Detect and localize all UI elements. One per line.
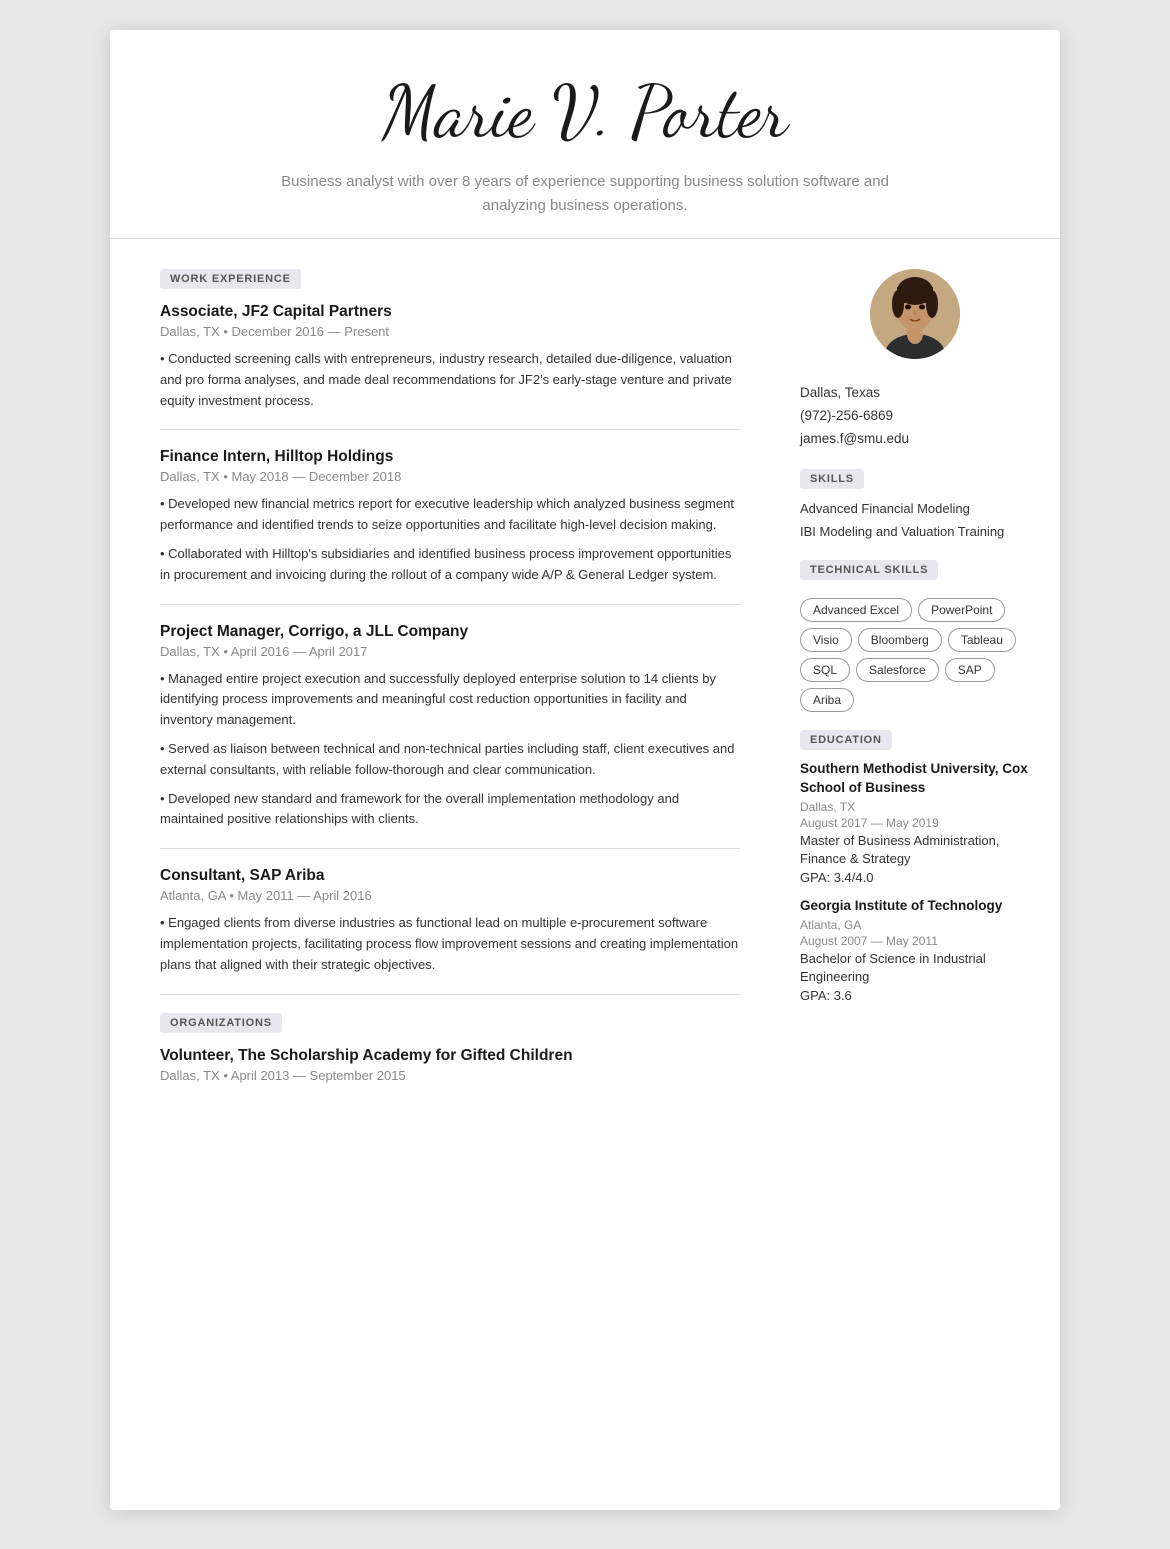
job-title-3: Project Manager, Corrigo, a JLL Company — [160, 623, 740, 641]
tech-tag-4: Tableau — [948, 628, 1016, 652]
left-column: WORK EXPERIENCE Associate, JF2 Capital P… — [110, 269, 780, 1093]
job-block-3: Project Manager, Corrigo, a JLL Company … — [160, 623, 740, 831]
edu-school-0: Southern Methodist University, Cox Schoo… — [800, 760, 1030, 798]
contact-location: Dallas, Texas — [800, 382, 1030, 405]
org-block-1: Volunteer, The Scholarship Academy for G… — [160, 1047, 740, 1083]
tech-tags-container: Advanced Excel PowerPoint Visio Bloomber… — [800, 598, 1030, 712]
job-meta-4: Atlanta, GA • May 2011 — April 2016 — [160, 888, 740, 903]
technical-skills-section: TECHNICAL SKILLS Advanced Excel PowerPoi… — [800, 560, 1030, 712]
edu-degree-0: Master of Business Administration, Finan… — [800, 832, 1030, 868]
work-experience-section: WORK EXPERIENCE Associate, JF2 Capital P… — [160, 269, 740, 976]
edu-degree-1: Bachelor of Science in Industrial Engine… — [800, 950, 1030, 986]
candidate-tagline: Business analyst with over 8 years of ex… — [275, 170, 895, 218]
edu-dates-0: August 2017 — May 2019 — [800, 816, 1030, 830]
divider-3 — [160, 848, 740, 849]
contact-info: Dallas, Texas (972)-256-6869 james.f@smu… — [800, 382, 1030, 451]
job-meta-2: Dallas, TX • May 2018 — December 2018 — [160, 469, 740, 484]
tech-tag-0: Advanced Excel — [800, 598, 912, 622]
job-meta-3: Dallas, TX • April 2016 — April 2017 — [160, 644, 740, 659]
work-experience-badge: WORK EXPERIENCE — [160, 269, 301, 289]
job-title-4: Consultant, SAP Ariba — [160, 867, 740, 885]
avatar — [870, 269, 960, 359]
tech-tag-1: PowerPoint — [918, 598, 1005, 622]
edu-gpa-1: GPA: 3.6 — [800, 988, 1030, 1003]
org-meta-1: Dallas, TX • April 2013 — September 2015 — [160, 1068, 740, 1083]
skills-badge: SKILLS — [800, 469, 864, 489]
job-title-1: Associate, JF2 Capital Partners — [160, 303, 740, 321]
divider-2 — [160, 604, 740, 605]
skill-item-1: IBI Modeling and Valuation Training — [800, 522, 1030, 542]
contact-phone: (972)-256-6869 — [800, 405, 1030, 428]
avatar-container — [800, 269, 1030, 364]
organizations-section: ORGANIZATIONS Volunteer, The Scholarship… — [160, 1013, 740, 1083]
candidate-name: Marie V. Porter — [170, 70, 1000, 156]
technical-skills-badge: TECHNICAL SKILLS — [800, 560, 938, 580]
job-desc-3-2: • Developed new standard and framework f… — [160, 789, 740, 831]
contact-email: james.f@smu.edu — [800, 428, 1030, 451]
tech-tag-8: Ariba — [800, 688, 854, 712]
divider-1 — [160, 429, 740, 430]
org-title-1: Volunteer, The Scholarship Academy for G… — [160, 1047, 740, 1065]
job-desc-3-0: • Managed entire project execution and s… — [160, 669, 740, 731]
resume-container: Marie V. Porter Business analyst with ov… — [110, 30, 1060, 1510]
education-badge: EDUCATION — [800, 730, 892, 750]
education-section: EDUCATION Southern Methodist University,… — [800, 730, 1030, 1003]
edu-dates-1: August 2007 — May 2011 — [800, 934, 1030, 948]
header-section: Marie V. Porter Business analyst with ov… — [110, 30, 1060, 239]
job-block-4: Consultant, SAP Ariba Atlanta, GA • May … — [160, 867, 740, 975]
job-desc-1-0: • Conducted screening calls with entrepr… — [160, 349, 740, 411]
tech-tag-5: SQL — [800, 658, 850, 682]
job-desc-4-0: • Engaged clients from diverse industrie… — [160, 913, 740, 975]
tech-tag-6: Salesforce — [856, 658, 939, 682]
edu-gpa-0: GPA: 3.4/4.0 — [800, 870, 1030, 885]
job-block-1: Associate, JF2 Capital Partners Dallas, … — [160, 303, 740, 411]
organizations-badge: ORGANIZATIONS — [160, 1013, 282, 1033]
job-desc-3-1: • Served as liaison between technical an… — [160, 739, 740, 781]
tech-tag-2: Visio — [800, 628, 852, 652]
skill-item-0: Advanced Financial Modeling — [800, 499, 1030, 519]
divider-4 — [160, 994, 740, 995]
skills-section: SKILLS Advanced Financial Modeling IBI M… — [800, 469, 1030, 542]
tech-tag-3: Bloomberg — [858, 628, 942, 652]
job-desc-2-1: • Collaborated with Hilltop's subsidiari… — [160, 544, 740, 586]
right-column: Dallas, Texas (972)-256-6869 james.f@smu… — [780, 269, 1060, 1093]
job-meta-1: Dallas, TX • December 2016 — Present — [160, 324, 740, 339]
job-desc-2-0: • Developed new financial metrics report… — [160, 494, 740, 536]
job-title-2: Finance Intern, Hilltop Holdings — [160, 448, 740, 466]
edu-school-1: Georgia Institute of Technology — [800, 897, 1030, 916]
edu-location-0: Dallas, TX — [800, 800, 1030, 814]
tech-tag-7: SAP — [945, 658, 995, 682]
edu-location-1: Atlanta, GA — [800, 918, 1030, 932]
main-layout: WORK EXPERIENCE Associate, JF2 Capital P… — [110, 239, 1060, 1123]
job-block-2: Finance Intern, Hilltop Holdings Dallas,… — [160, 448, 740, 585]
